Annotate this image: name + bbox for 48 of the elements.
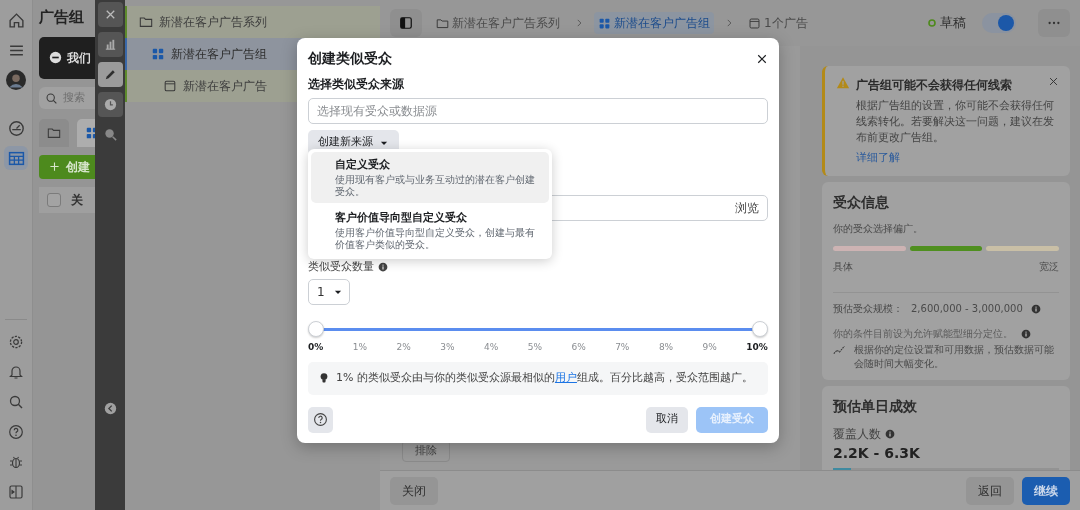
user-link[interactable]: 用户	[554, 371, 577, 384]
menu-item-description: 使用客户价值导向型自定义受众，创建与最有价值客户类似的受众。	[335, 226, 536, 252]
breadcrumb-link[interactable]: 新潜在客户广告组	[594, 12, 714, 34]
column-header: 关	[71, 191, 83, 209]
warning-title: 广告组可能不会获得任何线索	[856, 77, 1012, 94]
variance-note: 根据你的定位设置和可用数据，预估数据可能会随时间大幅变化。	[854, 343, 1055, 371]
card-title: 受众信息	[833, 193, 890, 213]
card-title: 预估单日成效	[833, 397, 918, 417]
tick-label: 1%	[352, 340, 367, 354]
tick-label: 8%	[658, 340, 674, 354]
menu-item[interactable]: 自定义受众 使用现有客户或与业务互动过的潜在客户创建受众。	[311, 152, 549, 204]
menu-item-title: 自定义受众	[335, 157, 391, 173]
status-text: 草稿	[940, 14, 966, 33]
size-label: 预估受众规模：	[833, 302, 903, 317]
tick-label: 5%	[527, 340, 542, 354]
menu-item-description: 使用现有客户或与业务互动过的潜在客户创建受众。	[335, 173, 536, 199]
tick-label: 6%	[571, 340, 586, 354]
meter-label: 具体	[833, 260, 853, 275]
metric-value: 2.2K - 6.3K	[833, 444, 921, 464]
audience-summary: 你的受众选择偏广。	[833, 222, 924, 237]
cancel-button[interactable]: 取消	[646, 406, 688, 433]
browse-link[interactable]: 浏览	[735, 199, 759, 217]
tick-label: 2%	[396, 340, 411, 354]
learn-more-link[interactable]: 详细了解	[856, 149, 900, 167]
breadcrumb-link[interactable]: 1个广告	[744, 12, 812, 34]
create-button[interactable]: 创建	[39, 154, 95, 179]
warning-text: 根据广告组的设置，你可能不会获得任何线索转化。若要解决这一问题，建议在发布前更改广告组。	[856, 98, 1055, 146]
tick-label: 4%	[483, 340, 499, 354]
tick-label: 3%	[440, 340, 455, 354]
tick-label: 9%	[702, 340, 717, 354]
meter-label: 宽泛	[1039, 260, 1059, 275]
panel-title: 广告组	[39, 7, 85, 28]
source-field[interactable]: 选择现有受众或数据源	[308, 98, 768, 124]
tick-label: 7%	[615, 340, 630, 354]
tip-text: 1% 的类似受众由与你的类似受众源最相似的用户组成。百分比越高，受众范围越广。	[336, 370, 753, 386]
back-button[interactable]: 返回	[966, 476, 1014, 505]
notice-text: 我们	[67, 49, 91, 67]
breadcrumb-link[interactable]: 新潜在客户广告系列	[432, 12, 564, 34]
metric-label: 覆盖人数	[833, 426, 881, 444]
tick-label: 0%	[308, 340, 324, 354]
field-label: 类似受众数量	[308, 259, 374, 275]
menu-item-title: 客户价值导向型自定义受众	[335, 210, 468, 227]
tree-item[interactable]: 新潜在客户广告系列	[125, 6, 380, 38]
continue-button[interactable]: 继续	[1022, 476, 1070, 505]
close-button[interactable]: 关闭	[390, 476, 438, 505]
tick-label: 10%	[746, 340, 768, 354]
size-value: 2,600,000 - 3,000,000	[911, 302, 1023, 317]
count-select[interactable]: 1	[308, 278, 350, 305]
